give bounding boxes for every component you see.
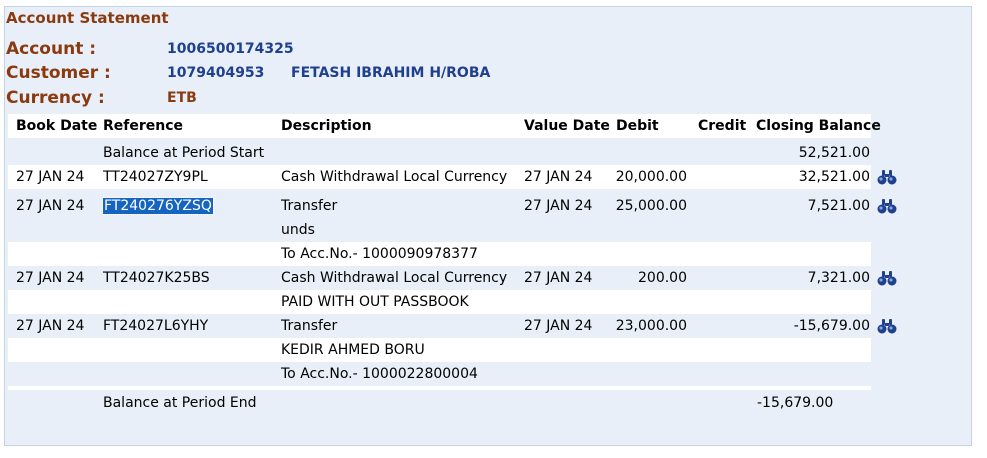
binoculars-icon[interactable] xyxy=(876,269,898,287)
closing-balance-label: Balance at Period End xyxy=(103,395,257,411)
closing-balance: 7,321.00 xyxy=(807,270,870,286)
book-date: 27 JAN 24 xyxy=(16,198,85,214)
account-number: 1006500174325 xyxy=(167,41,294,57)
opening-balance-label: Balance at Period Start xyxy=(103,145,265,161)
description: Cash Withdrawal Local Currency xyxy=(281,270,508,286)
table-row-continuation: PAID WITH OUT PASSBOOK xyxy=(8,290,871,314)
table-row: 27 JAN 24 TT24027ZY9PL Cash Withdrawal L… xyxy=(8,165,871,189)
description-line: PAID WITH OUT PASSBOOK xyxy=(281,294,469,310)
value-date: 27 JAN 24 xyxy=(524,169,593,185)
binoculars-icon[interactable] xyxy=(876,168,898,186)
debit-amount: 25,000.00 xyxy=(615,198,687,214)
opening-balance-value: 52,521.00 xyxy=(798,145,870,161)
reference-cell: FT240276YZSQ xyxy=(102,194,214,218)
table-header-row: Book Date Reference Description Value Da… xyxy=(8,114,881,138)
reference-selected[interactable]: FT240276YZSQ xyxy=(102,197,214,215)
description: Cash Withdrawal Local Currency xyxy=(281,169,508,185)
table-row-continuation: unds xyxy=(8,218,871,242)
value-date: 27 JAN 24 xyxy=(524,198,593,214)
column-header-closing-balance: Closing Balance xyxy=(756,118,881,134)
column-header-value-date: Value Date xyxy=(524,118,610,134)
value-date: 27 JAN 24 xyxy=(524,318,593,334)
debit-amount: 20,000.00 xyxy=(615,169,687,185)
currency-label: Currency : xyxy=(6,88,105,108)
reference[interactable]: FT24027L6YHY xyxy=(103,314,208,338)
book-date: 27 JAN 24 xyxy=(16,318,85,334)
column-header-reference: Reference xyxy=(103,118,184,134)
table-row: 27 JAN 24 FT24027L6YHY Transfer 27 JAN 2… xyxy=(8,314,871,338)
column-header-description: Description xyxy=(281,118,372,134)
customer-id: 1079404953 xyxy=(167,65,265,81)
column-header-debit: Debit xyxy=(616,118,659,134)
page-title: Account Statement xyxy=(6,9,169,27)
closing-balance: 32,521.00 xyxy=(798,169,870,185)
closing-balance: -15,679.00 xyxy=(793,318,870,334)
table-row-continuation: KEDIR AHMED BORU xyxy=(8,338,871,362)
closing-balance-value: -15,679.00 xyxy=(757,395,834,411)
opening-balance-row: Balance at Period Start 52,521.00 xyxy=(8,141,871,165)
table-row-continuation: To Acc.No.- 1000090978377 xyxy=(8,242,871,266)
book-date: 27 JAN 24 xyxy=(16,270,85,286)
reference[interactable]: TT24027ZY9PL xyxy=(103,165,208,189)
closing-balance-row: Balance at Period End -15,679.00 xyxy=(8,391,871,415)
debit-amount: 200.00 xyxy=(638,270,687,286)
description-line: To Acc.No.- 1000022800004 xyxy=(281,366,478,382)
binoculars-icon[interactable] xyxy=(876,197,898,215)
row-divider xyxy=(8,386,871,390)
binoculars-icon[interactable] xyxy=(876,317,898,335)
customer-name: FETASH IBRAHIM H/ROBA xyxy=(291,65,491,81)
reference[interactable]: TT24027K25BS xyxy=(103,266,210,290)
customer-label: Customer : xyxy=(6,63,111,83)
book-date: 27 JAN 24 xyxy=(16,169,85,185)
table-row: 27 JAN 24 FT240276YZSQ Transfer 27 JAN 2… xyxy=(8,194,871,218)
column-header-book-date: Book Date xyxy=(16,118,98,134)
value-date: 27 JAN 24 xyxy=(524,270,593,286)
table-row: 27 JAN 24 TT24027K25BS Cash Withdrawal L… xyxy=(8,266,871,290)
description-line: unds xyxy=(281,222,315,238)
column-header-credit: Credit xyxy=(698,118,747,134)
description-line: To Acc.No.- 1000090978377 xyxy=(281,246,478,262)
debit-amount: 23,000.00 xyxy=(615,318,687,334)
currency-value: ETB xyxy=(167,90,197,106)
account-label: Account : xyxy=(6,39,97,59)
table-row-continuation: To Acc.No.- 1000022800004 xyxy=(8,362,871,386)
description: Transfer xyxy=(281,318,338,334)
description: Transfer xyxy=(281,198,338,214)
closing-balance: 7,521.00 xyxy=(807,198,870,214)
description-line: KEDIR AHMED BORU xyxy=(281,342,425,358)
